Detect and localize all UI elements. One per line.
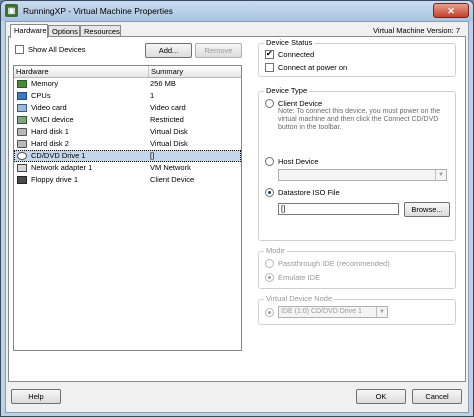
vmci-icon [17, 116, 27, 124]
remove-button[interactable]: Remove [195, 43, 242, 58]
cpu-icon [17, 92, 27, 100]
hardware-name: Network adapter 1 [31, 163, 93, 172]
hardware-summary: [] [150, 151, 155, 160]
hardware-name: CPUs [31, 91, 51, 100]
hard-disk-icon [17, 128, 27, 136]
client-device-radio[interactable] [265, 99, 274, 108]
column-header-summary[interactable]: Summary [149, 66, 241, 77]
hardware-summary: Restricted [150, 115, 184, 124]
datastore-iso-input[interactable]: [] [278, 203, 399, 215]
virtual-device-node-title: Virtual Device Node [264, 294, 335, 303]
floppy-icon [17, 176, 27, 184]
show-all-devices-label: Show All Devices [28, 45, 86, 54]
close-button[interactable]: ✕ [433, 3, 469, 18]
hardware-name: VMCI device [31, 115, 74, 124]
mode-title: Mode [264, 246, 287, 255]
column-header-hardware[interactable]: Hardware [14, 66, 149, 77]
hardware-summary: Virtual Disk [150, 127, 188, 136]
network-adapter-icon [17, 164, 27, 172]
virtual-device-node-value: IDE (1:0) CD/DVD Drive 1 [281, 308, 362, 315]
show-all-devices-checkbox[interactable] [15, 45, 24, 54]
datastore-iso-label: Datastore ISO File [278, 188, 340, 197]
connected-label: Connected [278, 50, 315, 59]
hardware-name: CD/DVD Drive 1 [31, 151, 86, 160]
close-icon: ✕ [447, 6, 455, 16]
chevron-down-icon[interactable]: ▼ [376, 307, 387, 317]
dialog-body: Hardware Options Resources Virtual Machi… [5, 21, 469, 413]
chevron-down-icon[interactable]: ▼ [435, 170, 446, 180]
client-device-note: Note: To connect this device, you must p… [278, 108, 441, 131]
tab-hardware[interactable]: Hardware [10, 24, 48, 38]
cd-dvd-icon [17, 152, 27, 160]
add-button[interactable]: Add... [145, 43, 192, 58]
hardware-summary: Video card [150, 103, 186, 112]
hardware-row-hard-disk-1[interactable]: Hard disk 1 Virtual Disk [14, 126, 241, 138]
hardware-tab-panel: Show All Devices Add... Remove Hardware … [8, 36, 466, 382]
emulate-ide-label: Emulate IDE [278, 273, 321, 282]
virtual-device-node-select[interactable]: IDE (1:0) CD/DVD Drive 1 ▼ [278, 306, 388, 318]
emulate-ide-radio[interactable] [265, 273, 274, 282]
hardware-list[interactable]: Hardware Summary Memory 256 MB CPUs 1 Vi… [13, 65, 242, 351]
device-type-title: Device Type [264, 86, 310, 95]
hard-disk-icon [17, 140, 27, 148]
virtual-device-node-group: Virtual Device Node IDE (1:0) CD/DVD Dri… [258, 294, 456, 325]
hardware-row-cpus[interactable]: CPUs 1 [14, 90, 241, 102]
vm-version-label: Virtual Machine Version: 7 [373, 26, 460, 35]
host-device-label: Host Device [278, 157, 319, 166]
hardware-summary: VM Network [150, 163, 191, 172]
device-type-group: Device Type Client Device Note: To conne… [258, 86, 456, 241]
passthrough-ide-radio[interactable] [265, 259, 274, 268]
window-title: RunningXP - Virtual Machine Properties [23, 6, 173, 16]
help-button[interactable]: Help [11, 389, 61, 404]
properties-window: ▣ RunningXP - Virtual Machine Properties… [0, 0, 474, 417]
vm-app-icon: ▣ [5, 4, 18, 17]
browse-button[interactable]: Browse... [404, 202, 450, 217]
hardware-row-cd-dvd-drive-1[interactable]: CD/DVD Drive 1 [] [14, 150, 241, 162]
video-card-icon [17, 104, 27, 112]
hardware-row-hard-disk-2[interactable]: Hard disk 2 Virtual Disk [14, 138, 241, 150]
hardware-row-video-card[interactable]: Video card Video card [14, 102, 241, 114]
title-bar[interactable]: ▣ RunningXP - Virtual Machine Properties… [1, 1, 473, 21]
hardware-name: Video card [31, 103, 67, 112]
hardware-name: Hard disk 2 [31, 139, 69, 148]
cancel-button[interactable]: Cancel [412, 389, 462, 404]
connect-at-power-on-checkbox[interactable] [265, 63, 274, 72]
ok-button[interactable]: OK [356, 389, 406, 404]
hardware-name: Hard disk 1 [31, 127, 69, 136]
device-status-title: Device Status [264, 38, 315, 47]
hardware-summary: 1 [150, 91, 155, 100]
hardware-row-floppy-drive-1[interactable]: Floppy drive 1 Client Device [14, 174, 241, 186]
hardware-summary: Virtual Disk [150, 139, 188, 148]
memory-icon [17, 80, 27, 88]
host-device-radio[interactable] [265, 157, 274, 166]
hardware-summary: 256 MB [150, 79, 176, 88]
hardware-list-header: Hardware Summary [14, 66, 241, 78]
hardware-summary: Client Device [150, 175, 195, 184]
mode-group: Mode Passthrough IDE (recommended) Emula… [258, 246, 456, 289]
virtual-device-node-radio[interactable] [265, 308, 274, 317]
passthrough-ide-label: Passthrough IDE (recommended) [278, 259, 390, 268]
datastore-iso-radio[interactable] [265, 188, 274, 197]
host-device-select[interactable]: ▼ [278, 169, 447, 181]
device-status-group: Device Status Connected Connect at power… [258, 38, 456, 77]
hardware-row-memory[interactable]: Memory 256 MB [14, 78, 241, 90]
hardware-name: Memory [31, 79, 59, 88]
hardware-name: Floppy drive 1 [31, 175, 79, 184]
hardware-row-vmci-device[interactable]: VMCI device Restricted [14, 114, 241, 126]
connect-at-power-on-label: Connect at power on [278, 63, 348, 72]
hardware-row-network-adapter-1[interactable]: Network adapter 1 VM Network [14, 162, 241, 174]
connected-checkbox[interactable] [265, 49, 274, 59]
client-device-label: Client Device [278, 99, 323, 108]
